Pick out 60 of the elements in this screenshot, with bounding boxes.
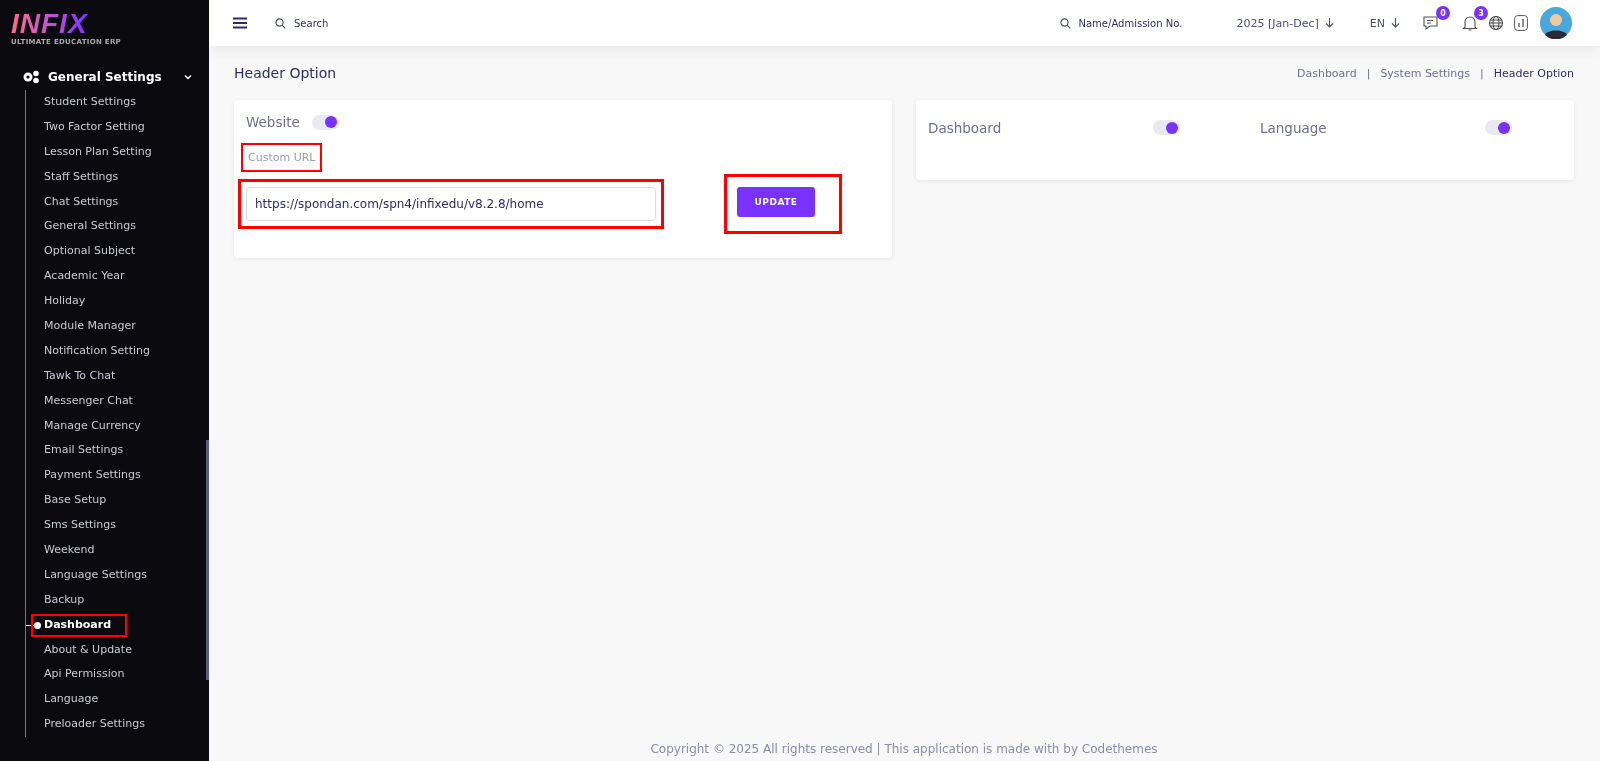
sidebar-item[interactable]: Tawk To Chat: [26, 363, 116, 389]
notification-count-badge: 3: [1474, 6, 1488, 20]
sidebar-item[interactable]: Email Settings: [26, 438, 124, 464]
sidebar-item[interactable]: Backup: [26, 587, 85, 613]
search-icon: [1059, 17, 1071, 29]
sidebar-item[interactable]: Holiday: [26, 289, 86, 314]
breadcrumb-separator: |: [1366, 66, 1371, 80]
chart-icon[interactable]: [1514, 15, 1528, 31]
footer-copyright: Copyright © 2025 All rights reserved | This application is made with by Codethemes: [649, 742, 1159, 758]
option-toggle[interactable]: [1153, 120, 1180, 135]
update-button[interactable]: UPDATE: [737, 187, 815, 217]
sidebar-item[interactable]: Weekend: [26, 538, 95, 563]
sidebar-item[interactable]: Api Permission: [26, 662, 125, 688]
sidebar-item[interactable]: Dashboard: [26, 612, 128, 638]
sidebar-item[interactable]: Optional Subject: [26, 239, 136, 265]
sidebar-item[interactable]: Chat Settings: [26, 189, 119, 215]
chat-icon[interactable]: [1422, 14, 1440, 32]
down-arrow-icon: [1324, 18, 1334, 28]
sidebar-item[interactable]: Preloader Settings: [26, 712, 145, 738]
sidebar-item[interactable]: General Settings: [26, 214, 136, 240]
breadcrumb-separator: |: [1480, 66, 1484, 80]
language-dropdown[interactable]: EN: [1369, 16, 1385, 30]
sidebar-item[interactable]: Lesson Plan Setting: [26, 139, 152, 165]
message-count-badge: 0: [1436, 6, 1450, 20]
session-dropdown[interactable]: 2025 [Jan-Dec]: [1236, 16, 1319, 30]
breadcrumb-link[interactable]: Header Option: [1493, 66, 1574, 80]
bell-icon[interactable]: [1462, 14, 1478, 32]
sidebar-item[interactable]: Language Settings: [26, 562, 147, 588]
sidebar-item[interactable]: Two Factor Setting: [26, 114, 145, 140]
globe-icon[interactable]: [1488, 15, 1504, 31]
option-toggle[interactable]: [1485, 120, 1512, 135]
sidebar-item[interactable]: About & Update: [26, 637, 132, 663]
sidebar-item[interactable]: Academic Year: [26, 264, 125, 290]
avatar-icon[interactable]: [1540, 7, 1572, 39]
toggle-label: Language: [1260, 120, 1327, 136]
sidebar-item[interactable]: Module Manager: [26, 314, 136, 339]
toggle-label: Dashboard: [928, 120, 1002, 136]
sidebar-item[interactable]: Messenger Chat: [26, 388, 133, 414]
sidebar-item[interactable]: Notification Setting: [26, 338, 150, 364]
sidebar-item[interactable]: Sms Settings: [26, 513, 117, 539]
sidebar-item[interactable]: Payment Settings: [26, 463, 141, 489]
chevron-icon: [183, 72, 193, 82]
website-toggle[interactable]: [311, 114, 339, 130]
search-icon: [275, 17, 286, 29]
sidebar-item[interactable]: Language: [26, 687, 99, 713]
breadcrumb-link[interactable]: System Settings: [1380, 66, 1470, 80]
page-title: Header Option: [234, 65, 337, 81]
active-dot-icon: [26, 621, 41, 629]
menu-icon[interactable]: [233, 17, 247, 29]
toggle-label: Website: [246, 114, 300, 130]
sidebar-item[interactable]: Student Settings: [26, 90, 136, 115]
gears-icon: [22, 70, 40, 84]
sidebar-item[interactable]: Base Setup: [26, 488, 107, 514]
down-arrow-icon: [1391, 18, 1400, 28]
breadcrumb-link[interactable]: Dashboard: [1296, 66, 1357, 80]
sidebar-item[interactable]: Manage Currency: [26, 413, 141, 439]
sidebar-item[interactable]: Staff Settings: [26, 164, 119, 190]
field-label: Custom URL: [248, 151, 316, 164]
sidebar-section-header[interactable]: General Settings: [22, 68, 193, 86]
custom-url-field[interactable]: https://spondan.com/spn4/infixedu/v8.2.8/home: [246, 187, 656, 221]
